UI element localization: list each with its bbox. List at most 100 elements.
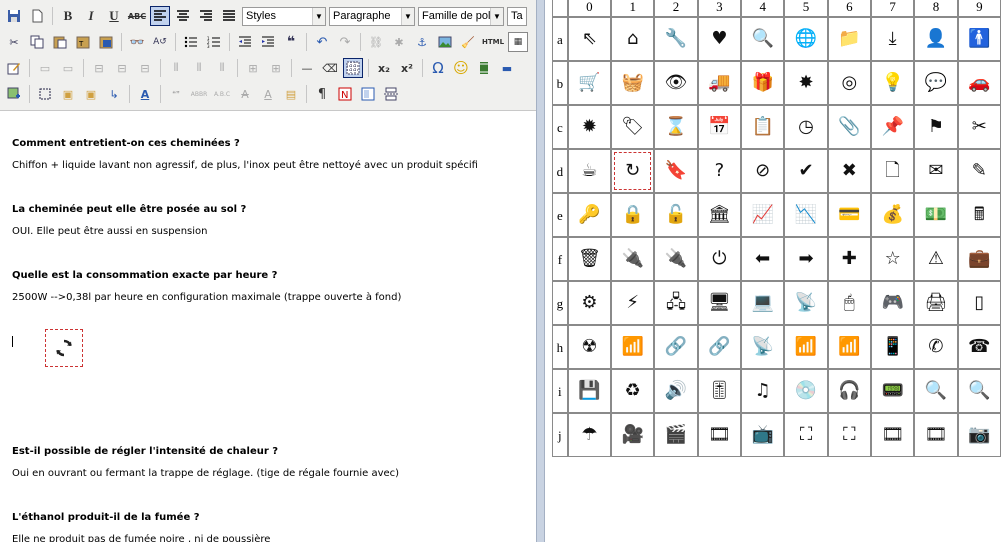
icon-cell-h8[interactable]: ✆ — [914, 325, 958, 369]
icon-cell-d6[interactable]: ✖ — [827, 149, 871, 193]
italic-button[interactable]: I — [81, 6, 101, 26]
icon-cell-i2[interactable]: 🔊 — [654, 369, 698, 413]
edit-css-button[interactable] — [4, 58, 24, 78]
icon-cell-g5[interactable]: 📡 — [784, 281, 828, 325]
icon-cell-b9[interactable]: 🚗 — [957, 61, 1001, 105]
bold-button[interactable]: B — [58, 6, 78, 26]
icon-cell-c5[interactable]: ◷ — [784, 105, 828, 149]
icon-cell-e9[interactable]: 🖩 — [957, 193, 1001, 237]
icon-cell-g1[interactable]: ⚡ — [611, 281, 655, 325]
icon-cell-c3[interactable]: 📅 — [697, 105, 742, 149]
acronym-button[interactable]: A.B.C — [212, 84, 232, 104]
icon-cell-a3[interactable]: ♥ — [697, 17, 742, 61]
icon-cell-g0[interactable]: ⚙ — [567, 281, 612, 325]
icon-cell-a2[interactable]: 🔧 — [654, 17, 698, 61]
save-button[interactable] — [4, 6, 24, 26]
split-cells-button[interactable]: ⊞ — [243, 58, 263, 78]
icon-cell-h7[interactable]: 📱 — [870, 325, 915, 369]
non-breaking-button[interactable]: N — [335, 84, 355, 104]
icon-cell-e5[interactable]: 📉 — [784, 193, 828, 237]
table-row-props-button[interactable]: ▭ — [35, 58, 55, 78]
icon-cell-e3[interactable]: 🏛 — [697, 193, 742, 237]
icon-cell-c9[interactable]: ✂ — [957, 105, 1001, 149]
icon-cell-e1[interactable]: 🔒 — [611, 193, 655, 237]
icon-cell-b2[interactable]: 👁 — [654, 61, 698, 105]
find-button[interactable]: 👓 — [127, 32, 147, 52]
icon-cell-j9[interactable]: 📷 — [957, 413, 1001, 457]
icon-cell-b3[interactable]: 🚚 — [697, 61, 742, 105]
icon-cell-d5[interactable]: ✔ — [784, 149, 828, 193]
icon-cell-d8[interactable]: ✉ — [914, 149, 958, 193]
icon-cell-g2[interactable]: 🖧 — [654, 281, 698, 325]
icon-cell-i0[interactable]: 💾 — [567, 369, 612, 413]
icon-cell-j7[interactable]: 🎞 — [870, 413, 915, 457]
icon-cell-i7[interactable]: 📟 — [870, 369, 915, 413]
icon-cell-a9[interactable]: 🚹 — [957, 17, 1001, 61]
icon-cell-h9[interactable]: ☎ — [957, 325, 1001, 369]
inserted-image[interactable] — [45, 329, 83, 367]
outdent-button[interactable] — [235, 32, 255, 52]
copy-button[interactable] — [27, 32, 47, 52]
icon-cell-f6[interactable]: ✚ — [827, 237, 871, 281]
move-forward-button[interactable]: ▣ — [58, 84, 78, 104]
icon-cell-c0[interactable]: ✹ — [567, 105, 612, 149]
paste-text-button[interactable]: T — [73, 32, 93, 52]
icon-cell-i4[interactable]: ♫ — [741, 369, 785, 413]
icon-cell-d3[interactable]: ? — [697, 149, 742, 193]
abbreviation-button[interactable]: ABBR — [189, 84, 209, 104]
redo-button[interactable]: ↷ — [335, 32, 355, 52]
icon-cell-j6[interactable]: ⛶ — [827, 413, 871, 457]
undo-button[interactable]: ↶ — [312, 32, 332, 52]
delete-row-button[interactable]: ⊟ — [135, 58, 155, 78]
image-button[interactable] — [435, 32, 455, 52]
insert-date-button[interactable]: ▦ — [508, 32, 528, 52]
page-break-button[interactable] — [381, 84, 401, 104]
icon-cell-a0[interactable]: ⇖ — [567, 17, 612, 61]
icon-cell-h3[interactable]: 🔗 — [697, 325, 742, 369]
icon-cell-i3[interactable]: 🎚 — [697, 369, 742, 413]
icon-cell-b4[interactable]: 🎁 — [741, 61, 785, 105]
paste-button[interactable] — [50, 32, 70, 52]
attributes-button[interactable]: A — [135, 84, 155, 104]
icon-cell-h1[interactable]: 📶 — [611, 325, 655, 369]
icon-cell-h0[interactable]: ☢ — [567, 325, 612, 369]
icon-cell-f9[interactable]: 💼 — [957, 237, 1001, 281]
merge-cells-button[interactable]: ⊞ — [266, 58, 286, 78]
icon-cell-i9[interactable]: 🔍 — [957, 369, 1001, 413]
absolute-position-button[interactable] — [35, 84, 55, 104]
icon-cell-g9[interactable]: ▯ — [957, 281, 1001, 325]
icon-cell-i8[interactable]: 🔍 — [914, 369, 958, 413]
icon-cell-h6[interactable]: 📶 — [827, 325, 871, 369]
icon-cell-f8[interactable]: ⚠ — [914, 237, 958, 281]
icon-cell-b0[interactable]: 🛒 — [567, 61, 612, 105]
icon-cell-j0[interactable]: ☂ — [567, 413, 612, 457]
cleanup-button[interactable]: 🧹 — [458, 32, 478, 52]
icon-cell-a7[interactable]: ⤓ — [870, 17, 915, 61]
subscript-button[interactable]: x₂ — [374, 58, 394, 78]
icon-cell-c8[interactable]: ⚑ — [914, 105, 958, 149]
icon-cell-d0[interactable]: ☕ — [567, 149, 612, 193]
icon-cell-h4[interactable]: 📡 — [741, 325, 785, 369]
icon-cell-g3[interactable]: 🖥 — [697, 281, 742, 325]
icon-cell-j3[interactable]: 🎞 — [697, 413, 742, 457]
icon-cell-b6[interactable]: ◎ — [827, 61, 871, 105]
superscript-button[interactable]: x² — [397, 58, 417, 78]
icon-cell-j1[interactable]: 🎥 — [611, 413, 655, 457]
icon-cell-e4[interactable]: 📈 — [741, 193, 785, 237]
blockquote-button[interactable]: ❝ — [281, 32, 301, 52]
table-cell-props-button[interactable]: ▭ — [58, 58, 78, 78]
icon-cell-j5[interactable]: ⛶ — [784, 413, 828, 457]
icon-cell-j8[interactable]: 🎞 — [914, 413, 958, 457]
anchor-button[interactable]: ⚓ — [412, 32, 432, 52]
move-backward-button[interactable]: ▣ — [81, 84, 101, 104]
citation-button[interactable]: ❝❞ — [166, 84, 186, 104]
icon-cell-a6[interactable]: 📁 — [827, 17, 871, 61]
icon-cell-f0[interactable]: 🗑 — [567, 237, 612, 281]
icon-cell-f4[interactable]: ⬅ — [741, 237, 785, 281]
strikethrough-button[interactable]: ABC — [127, 6, 147, 26]
font-family-dropdown[interactable]: Famille de police ▼ — [418, 6, 504, 26]
icon-cell-i1[interactable]: ♻ — [611, 369, 655, 413]
icon-cell-c4[interactable]: 📋 — [741, 105, 785, 149]
indent-button[interactable] — [258, 32, 278, 52]
icon-cell-f1[interactable]: 🔌 — [611, 237, 655, 281]
